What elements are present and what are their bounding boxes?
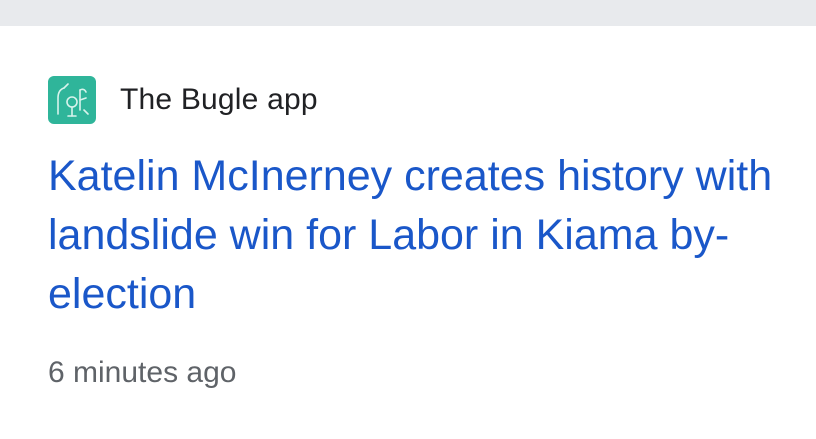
source-row: The Bugle app — [48, 76, 318, 124]
news-card[interactable]: The Bugle app Katelin McInerney creates … — [0, 26, 816, 439]
bugle-app-logo-icon — [48, 76, 96, 124]
top-divider-strip — [0, 0, 816, 26]
article-headline-link[interactable]: Katelin McInerney creates history with l… — [48, 147, 788, 324]
source-name: The Bugle app — [120, 83, 318, 116]
article-timestamp: 6 minutes ago — [48, 356, 237, 389]
